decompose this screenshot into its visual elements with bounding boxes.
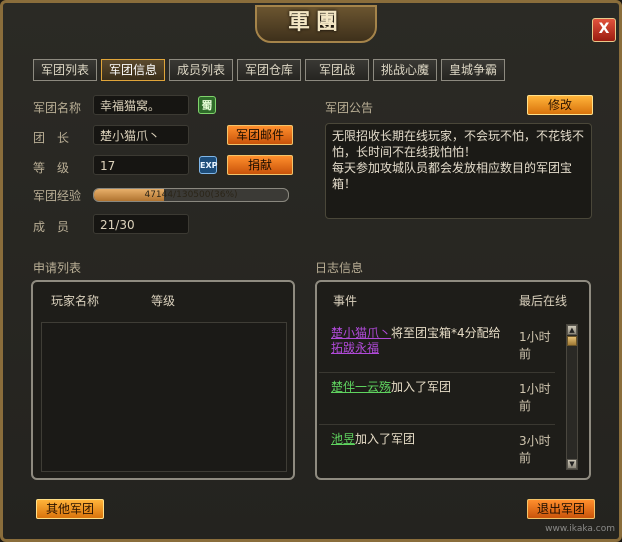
log-entry-text: 池昱加入了军团 xyxy=(331,432,511,447)
tab-guild-info[interactable]: 军团信息 xyxy=(101,59,165,81)
scroll-thumb[interactable] xyxy=(567,336,577,346)
log-row: 楚小猫爪丶将至团宝箱*4分配给 拓跋永福 1小时前 xyxy=(319,320,555,373)
watermark: www.ikaka.com xyxy=(499,498,619,538)
guild-mail-button[interactable]: 军团邮件 xyxy=(227,125,293,145)
tab-challenge-demon[interactable]: 挑战心魔 xyxy=(373,59,437,81)
members-label: 成 员 xyxy=(33,220,70,234)
tab-guild-war[interactable]: 军团战 xyxy=(305,59,369,81)
col-event: 事件 xyxy=(333,294,358,308)
log-time: 1小时前 xyxy=(519,330,551,361)
leader-value: 楚小猫爪丶 xyxy=(93,125,189,145)
tab-guild-warehouse[interactable]: 军团仓库 xyxy=(237,59,301,81)
edit-notice-button[interactable]: 修改 xyxy=(527,95,593,115)
scroll-up-icon[interactable]: ▲ xyxy=(567,325,577,335)
notice-body: 无限招收长期在线玩家，不会玩不怕，不花钱不怕，长时间不在线我怕怕！ 每天参加攻城… xyxy=(332,129,585,191)
close-button[interactable]: X xyxy=(592,18,616,42)
level-label: 等 级 xyxy=(33,161,70,175)
log-title: 日志信息 xyxy=(315,261,364,275)
log-time: 1小时前 xyxy=(519,382,551,413)
col-level: 等级 xyxy=(151,294,176,308)
log-player-link[interactable]: 池昱 xyxy=(331,432,355,446)
guild-exp-bar: 47144/130500(36%) xyxy=(93,188,289,202)
col-last-online: 最后在线 xyxy=(519,294,568,308)
members-value: 21/30 xyxy=(93,214,189,234)
log-entry-text: 楚伴一云殇加入了军团 xyxy=(331,380,511,395)
col-player-name: 玩家名称 xyxy=(51,294,100,308)
exp-icon: EXP xyxy=(199,156,218,174)
log-time: 3小时前 xyxy=(519,434,551,465)
tab-imperial-siege[interactable]: 皇城争霸 xyxy=(441,59,505,81)
window-title: 軍團 xyxy=(255,5,377,43)
guild-name-value: 幸福猫窝。 xyxy=(93,95,189,115)
log-action: 加入了军团 xyxy=(355,432,416,446)
applications-panel: 玩家名称 等级 xyxy=(31,280,295,480)
scroll-down-icon[interactable]: ▼ xyxy=(567,459,577,469)
guild-exp-text: 47144/130500(36%) xyxy=(144,190,238,200)
tab-member-list[interactable]: 成员列表 xyxy=(169,59,233,81)
applications-title: 申请列表 xyxy=(33,261,82,275)
applications-list xyxy=(41,322,287,472)
log-row: 楚伴一云殇加入了军团 1小时前 xyxy=(319,372,555,425)
log-row: 池昱加入了军团 3小时前 xyxy=(319,424,555,472)
leader-label: 团 长 xyxy=(33,131,70,145)
log-action: 加入了军团 xyxy=(391,380,452,394)
tab-guild-list[interactable]: 军团列表 xyxy=(33,59,97,81)
guild-name-label: 军团名称 xyxy=(33,101,82,115)
shu-faction-icon: 蜀 xyxy=(198,96,216,114)
log-entry-text: 楚小猫爪丶将至团宝箱*4分配给 拓跋永福 xyxy=(331,326,511,356)
log-action: 将至团宝箱*4分配给 xyxy=(391,326,501,340)
log-scrollbar[interactable]: ▲ ▼ xyxy=(566,324,578,470)
donate-button[interactable]: 捐献 xyxy=(227,155,293,175)
other-guilds-button[interactable]: 其他军团 xyxy=(36,499,104,519)
log-panel: 事件 最后在线 楚小猫爪丶将至团宝箱*4分配给 拓跋永福 1小时前 楚伴一云殇加… xyxy=(315,280,591,480)
watermark-url: www.ikaka.com xyxy=(545,524,615,534)
log-target-link[interactable]: 拓跋永福 xyxy=(331,341,379,355)
guild-exp-label: 军团经验 xyxy=(33,189,82,203)
level-value: 17 xyxy=(93,155,189,175)
notice-title: 军团公告 xyxy=(325,101,374,115)
log-player-link[interactable]: 楚小猫爪丶 xyxy=(331,326,391,340)
notice-text: 无限招收长期在线玩家，不会玩不怕，不花钱不怕，长时间不在线我怕怕！ 每天参加攻城… xyxy=(325,123,592,219)
guild-window: 軍團 X 军团列表 军团信息 成员列表 军团仓库 军团战 挑战心魔 皇城争霸 军… xyxy=(0,0,622,542)
log-player-link[interactable]: 楚伴一云殇 xyxy=(331,380,391,394)
